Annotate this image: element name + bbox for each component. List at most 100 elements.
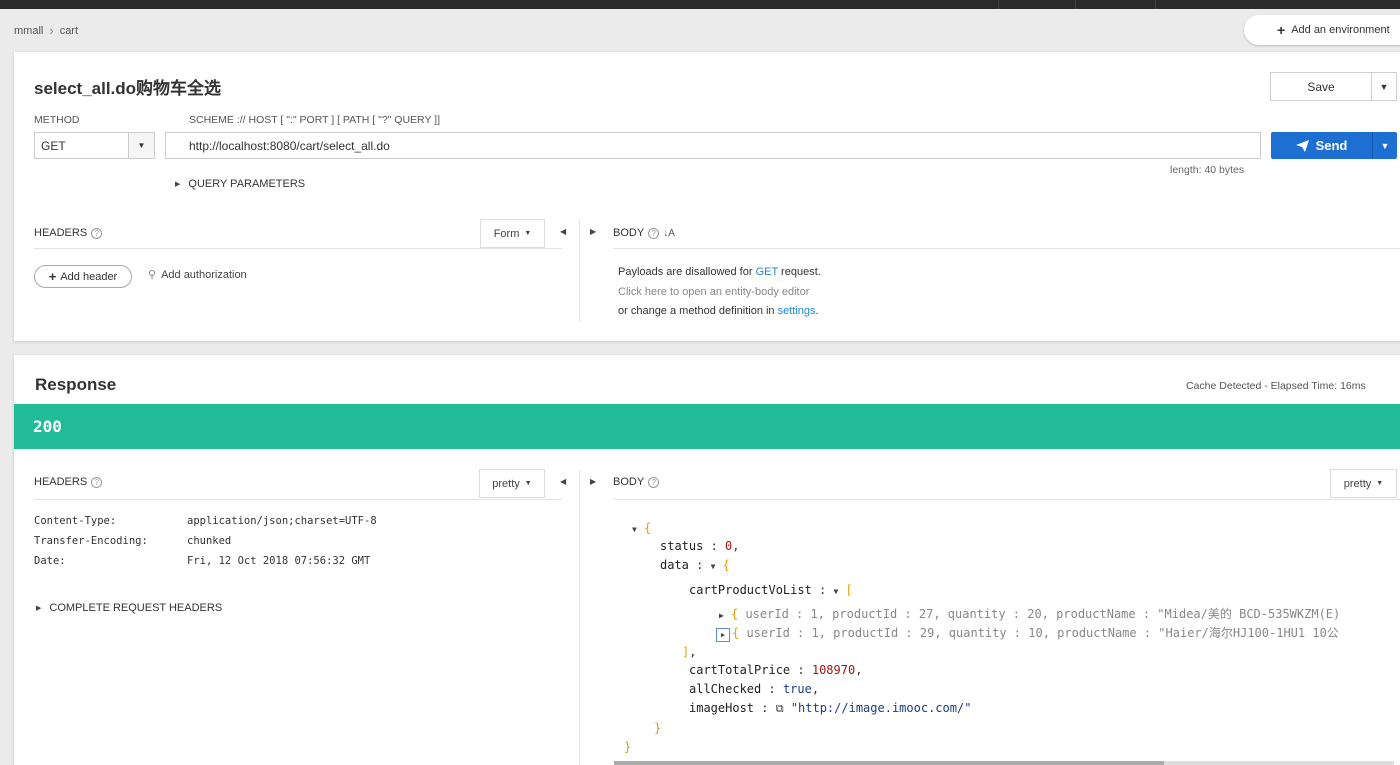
- headers-mode-value: pretty: [492, 477, 520, 490]
- divider: [613, 248, 1400, 249]
- status-code: 200: [33, 417, 62, 436]
- save-dropdown-icon[interactable]: ▼: [1372, 73, 1396, 100]
- help-icon[interactable]: ?: [91, 476, 103, 488]
- complete-request-headers-toggle[interactable]: ▶ COMPLETE REQUEST HEADERS: [36, 602, 222, 614]
- method-label: METHOD: [34, 114, 80, 126]
- headers-label: HEADERS: [34, 227, 88, 239]
- caret-right-icon: ▶: [716, 628, 730, 642]
- request-title: select_all.do购物车全选: [34, 79, 222, 98]
- change-method-line: or change a method definition in setting…: [618, 305, 819, 317]
- json-line-imagehost: imageHost : ⧉ "http://image.imooc.com/": [689, 701, 972, 715]
- response-panel: Response Cache Detected - Elapsed Time: …: [14, 355, 1400, 765]
- response-body-mode-dropdown[interactable]: pretty ▼: [1330, 469, 1397, 498]
- query-parameters-label: QUERY PARAMETERS: [188, 178, 306, 190]
- collapse-left-icon[interactable]: ◀: [560, 227, 566, 236]
- scrollbar-thumb[interactable]: [614, 761, 1164, 765]
- method-value: GET: [41, 138, 66, 153]
- plus-icon: +: [1277, 22, 1286, 38]
- request-panel: select_all.do购物车全选 Save ▼ METHOD SCHEME …: [14, 52, 1400, 341]
- collapse-left-icon[interactable]: ◀: [560, 477, 566, 486]
- help-icon[interactable]: ?: [91, 227, 103, 239]
- payload-disallowed-line: Payloads are disallowed for GET request.: [618, 266, 821, 278]
- headers-label: HEADERS: [34, 476, 88, 488]
- add-environment-button[interactable]: + Add an environment: [1244, 15, 1400, 45]
- method-select[interactable]: GET ▼: [34, 132, 155, 159]
- cache-text: Cache Detected - Elapsed Time: 16ms: [1186, 380, 1366, 392]
- json-line-total: cartTotalPrice : 108970,: [689, 663, 863, 677]
- send-button-group: Send ▼: [1271, 132, 1397, 159]
- breadcrumb-project[interactable]: mmall: [14, 25, 43, 37]
- send-label: Send: [1315, 138, 1348, 153]
- window-top-bar: [0, 0, 1400, 9]
- vertical-divider: [579, 470, 580, 765]
- add-authorization-label: Add authorization: [161, 268, 247, 281]
- request-body-heading: BODY ? ↓A: [613, 227, 675, 239]
- sort-icon[interactable]: ↓A: [663, 228, 675, 239]
- breadcrumb: mmall › cart: [14, 23, 78, 38]
- breadcrumb-item[interactable]: cart: [60, 25, 78, 37]
- body-label: BODY: [613, 476, 645, 488]
- json-list-item-collapsed[interactable]: ▶{ userId : 1, productId : 27, quantity …: [719, 605, 1340, 624]
- body-mode-value: pretty: [1343, 477, 1372, 490]
- response-headers-list: Content-Type: application/json;charset=UT…: [34, 515, 377, 575]
- response-headers-heading: HEADERS ?: [34, 476, 103, 488]
- header-row: Content-Type: application/json;charset=UT…: [34, 515, 377, 527]
- status-bar: 200: [14, 404, 1400, 449]
- response-body-heading: BODY ?: [613, 476, 660, 488]
- key-icon: ⚲: [148, 269, 157, 281]
- open-entity-editor-link[interactable]: Click here to open an entity-body editor: [618, 283, 821, 303]
- response-headers-mode-dropdown[interactable]: pretty ▼: [479, 469, 545, 498]
- caret-right-icon: ▶: [175, 181, 181, 188]
- help-icon[interactable]: ?: [648, 227, 660, 239]
- json-data-close: }: [654, 721, 662, 735]
- chevron-down-icon: ▼: [524, 230, 532, 237]
- caret-down-icon: ▼: [632, 525, 637, 534]
- send-dropdown-icon[interactable]: ▼: [1373, 132, 1397, 159]
- json-line-cart-list[interactable]: cartProductVoList : ▼[: [689, 581, 853, 600]
- json-list-close: ],: [682, 645, 697, 659]
- caret-down-icon: ▼: [710, 562, 716, 571]
- header-row: Date: Fri, 12 Oct 2018 07:56:32 GMT: [34, 555, 371, 567]
- json-line-status: status : 0,: [660, 539, 740, 553]
- request-headers-heading: HEADERS ?: [34, 227, 103, 239]
- complete-headers-label: COMPLETE REQUEST HEADERS: [49, 602, 223, 614]
- json-line-data[interactable]: data : ▼{: [660, 556, 730, 575]
- add-header-label: Add header: [60, 270, 118, 283]
- header-row: Transfer-Encoding: chunked: [34, 535, 232, 547]
- json-line-checked: allChecked : true,: [689, 682, 820, 696]
- send-button[interactable]: Send: [1271, 132, 1373, 159]
- expand-right-icon[interactable]: ▶: [590, 477, 596, 486]
- length-text: length: 40 bytes: [1170, 164, 1245, 176]
- divider: [34, 248, 562, 249]
- json-root-open[interactable]: ▼{: [632, 519, 651, 538]
- add-environment-label: Add an environment: [1291, 24, 1390, 36]
- settings-link[interactable]: settings: [778, 305, 816, 317]
- external-link-icon[interactable]: ⧉: [776, 702, 784, 715]
- save-button[interactable]: Save: [1271, 73, 1372, 100]
- help-icon[interactable]: ?: [648, 476, 660, 488]
- caret-right-icon: ▶: [719, 611, 724, 620]
- body-label: BODY: [613, 227, 645, 239]
- expand-right-icon[interactable]: ▶: [590, 227, 596, 236]
- add-header-button[interactable]: + Add header: [34, 265, 132, 288]
- horizontal-scrollbar[interactable]: [614, 761, 1394, 765]
- chevron-down-icon: ▼: [524, 480, 532, 487]
- chevron-down-icon: ▼: [1376, 480, 1384, 487]
- headers-mode-value: Form: [493, 227, 520, 240]
- chevron-down-icon: ▼: [128, 133, 154, 158]
- headers-mode-dropdown[interactable]: Form ▼: [480, 219, 545, 248]
- url-input[interactable]: http://localhost:8080/cart/select_all.do: [165, 132, 1261, 159]
- url-label: SCHEME :// HOST [ ":" PORT ] [ PATH [ "?…: [189, 114, 441, 126]
- response-title: Response: [35, 375, 117, 394]
- plus-icon: +: [48, 269, 57, 284]
- vertical-divider: [579, 220, 580, 322]
- caret-down-icon: ▼: [833, 587, 839, 596]
- image-host-link[interactable]: "http://image.imooc.com/": [791, 701, 972, 715]
- add-authorization-link[interactable]: ⚲ Add authorization: [148, 268, 247, 282]
- paper-plane-icon: [1295, 139, 1309, 152]
- body-message: Payloads are disallowed for GET request.…: [618, 263, 821, 322]
- save-button-group: Save ▼: [1270, 72, 1397, 101]
- json-root-close: }: [624, 740, 632, 754]
- query-parameters-toggle[interactable]: ▶ QUERY PARAMETERS: [175, 178, 305, 190]
- json-list-item-collapsed[interactable]: ▶{ userId : 1, productId : 29, quantity …: [716, 624, 1339, 643]
